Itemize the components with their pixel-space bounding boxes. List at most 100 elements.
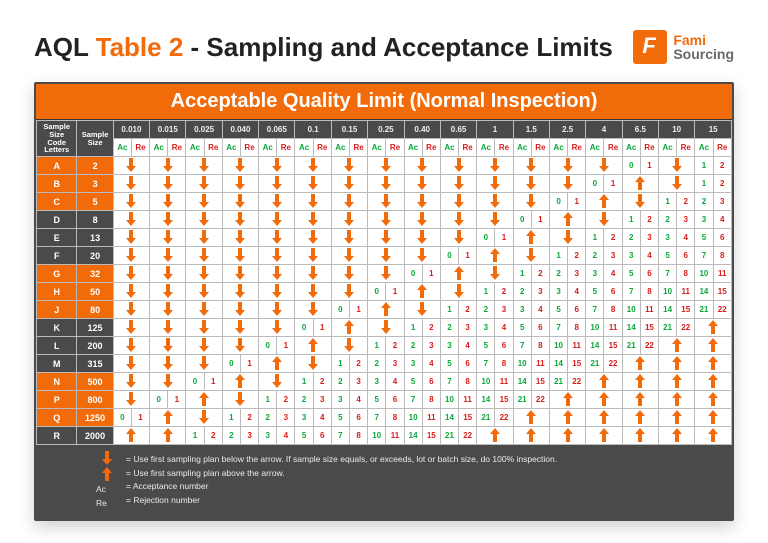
header-ac: Ac — [477, 139, 495, 157]
arrow-down-icon — [186, 157, 222, 175]
re-value: 1 — [313, 319, 331, 337]
arrow-down-icon — [259, 175, 295, 193]
header-aql-2: 0.025 — [186, 121, 222, 139]
arrow-down-icon — [368, 157, 404, 175]
arrow-down-icon — [222, 211, 258, 229]
row-letter: Q — [37, 409, 77, 427]
re-value: 22 — [677, 319, 695, 337]
arrow-down-icon — [622, 193, 658, 211]
arrow-down-icon — [295, 193, 331, 211]
arrow-down-icon — [222, 247, 258, 265]
re-value: 1 — [422, 265, 440, 283]
re-value: 1 — [531, 211, 549, 229]
legend-re-text: = Rejection number — [126, 494, 722, 508]
arrow-down-icon — [222, 193, 258, 211]
re-value: 8 — [495, 355, 513, 373]
ac-value: 2 — [477, 301, 495, 319]
arrow-down-icon — [259, 157, 295, 175]
header-ac: Ac — [150, 139, 168, 157]
table-row: G320112233456781011 — [37, 265, 732, 283]
arrow-up-icon — [222, 373, 258, 391]
re-value: 3 — [240, 427, 258, 445]
arrow-down-icon — [295, 265, 331, 283]
table-row: R20001223345678101114152122 — [37, 427, 732, 445]
re-value: 15 — [422, 427, 440, 445]
header-re: Re — [604, 139, 622, 157]
ac-value: 2 — [222, 427, 240, 445]
legend-down-text: = Use first sampling plan below the arro… — [126, 453, 722, 467]
header-re: Re — [131, 139, 149, 157]
legend: Ac Re = Use first sampling plan below th… — [36, 445, 732, 519]
arrow-down-icon — [222, 301, 258, 319]
ac-value: 0 — [404, 265, 422, 283]
arrow-down-icon — [259, 193, 295, 211]
re-value: 22 — [531, 391, 549, 409]
arrow-down-icon — [222, 265, 258, 283]
ac-value: 7 — [440, 373, 458, 391]
re-value: 11 — [386, 427, 404, 445]
row-size: 200 — [77, 337, 113, 355]
re-value: 8 — [568, 319, 586, 337]
row-size: 20 — [77, 247, 113, 265]
arrow-down-icon — [331, 337, 367, 355]
ac-value: 3 — [368, 373, 386, 391]
ac-value: 10 — [404, 409, 422, 427]
ac-value: 10 — [695, 265, 713, 283]
arrow-down-icon — [186, 301, 222, 319]
ac-value: 0 — [186, 373, 204, 391]
arrow-down-icon — [368, 211, 404, 229]
re-value: 3 — [277, 409, 295, 427]
re-value: 3 — [531, 283, 549, 301]
re-value: 22 — [495, 409, 513, 427]
re-value: 6 — [422, 373, 440, 391]
re-value: 8 — [604, 301, 622, 319]
arrow-down-icon — [113, 157, 149, 175]
row-letter: A — [37, 157, 77, 175]
re-value: 15 — [640, 319, 658, 337]
title-row: AQL Table 2 - Sampling and Acceptance Li… — [34, 30, 734, 64]
header-ac: Ac — [586, 139, 604, 157]
re-value: 15 — [677, 301, 695, 319]
arrow-down-icon — [113, 193, 149, 211]
arrow-up-icon — [695, 427, 732, 445]
re-value: 22 — [604, 355, 622, 373]
re-value: 4 — [422, 355, 440, 373]
arrow-up-icon — [695, 337, 732, 355]
ac-value: 2 — [368, 355, 386, 373]
ac-value: 10 — [622, 301, 640, 319]
ac-value: 1 — [622, 211, 640, 229]
arrow-down-icon — [440, 193, 476, 211]
arrow-down-icon — [331, 193, 367, 211]
row-size: 125 — [77, 319, 113, 337]
ac-value: 7 — [695, 247, 713, 265]
arrow-down-icon — [222, 283, 258, 301]
ac-value: 10 — [659, 283, 677, 301]
ac-value: 21 — [622, 337, 640, 355]
row-size: 500 — [77, 373, 113, 391]
header-ac: Ac — [186, 139, 204, 157]
arrow-up-icon — [368, 301, 404, 319]
ac-value: 1 — [695, 157, 713, 175]
ac-value: 3 — [295, 409, 313, 427]
header-re: Re — [495, 139, 513, 157]
arrow-up-icon — [150, 427, 186, 445]
header-aql-5: 0.1 — [295, 121, 331, 139]
arrow-down-icon — [113, 337, 149, 355]
re-value: 11 — [677, 283, 695, 301]
ac-value: 10 — [586, 319, 604, 337]
row-size: 3 — [77, 175, 113, 193]
arrow-up-icon — [586, 193, 622, 211]
arrow-down-icon — [113, 355, 149, 373]
arrow-down-icon — [259, 301, 295, 319]
re-value: 1 — [495, 229, 513, 247]
arrow-down-icon — [113, 373, 149, 391]
re-value: 2 — [459, 301, 477, 319]
ac-value: 3 — [695, 211, 713, 229]
ac-value: 7 — [659, 265, 677, 283]
arrow-down-icon — [186, 175, 222, 193]
ac-value: 0 — [222, 355, 240, 373]
arrow-down-icon — [113, 229, 149, 247]
row-letter: B — [37, 175, 77, 193]
arrow-down-icon — [150, 283, 186, 301]
arrow-down-icon — [186, 355, 222, 373]
